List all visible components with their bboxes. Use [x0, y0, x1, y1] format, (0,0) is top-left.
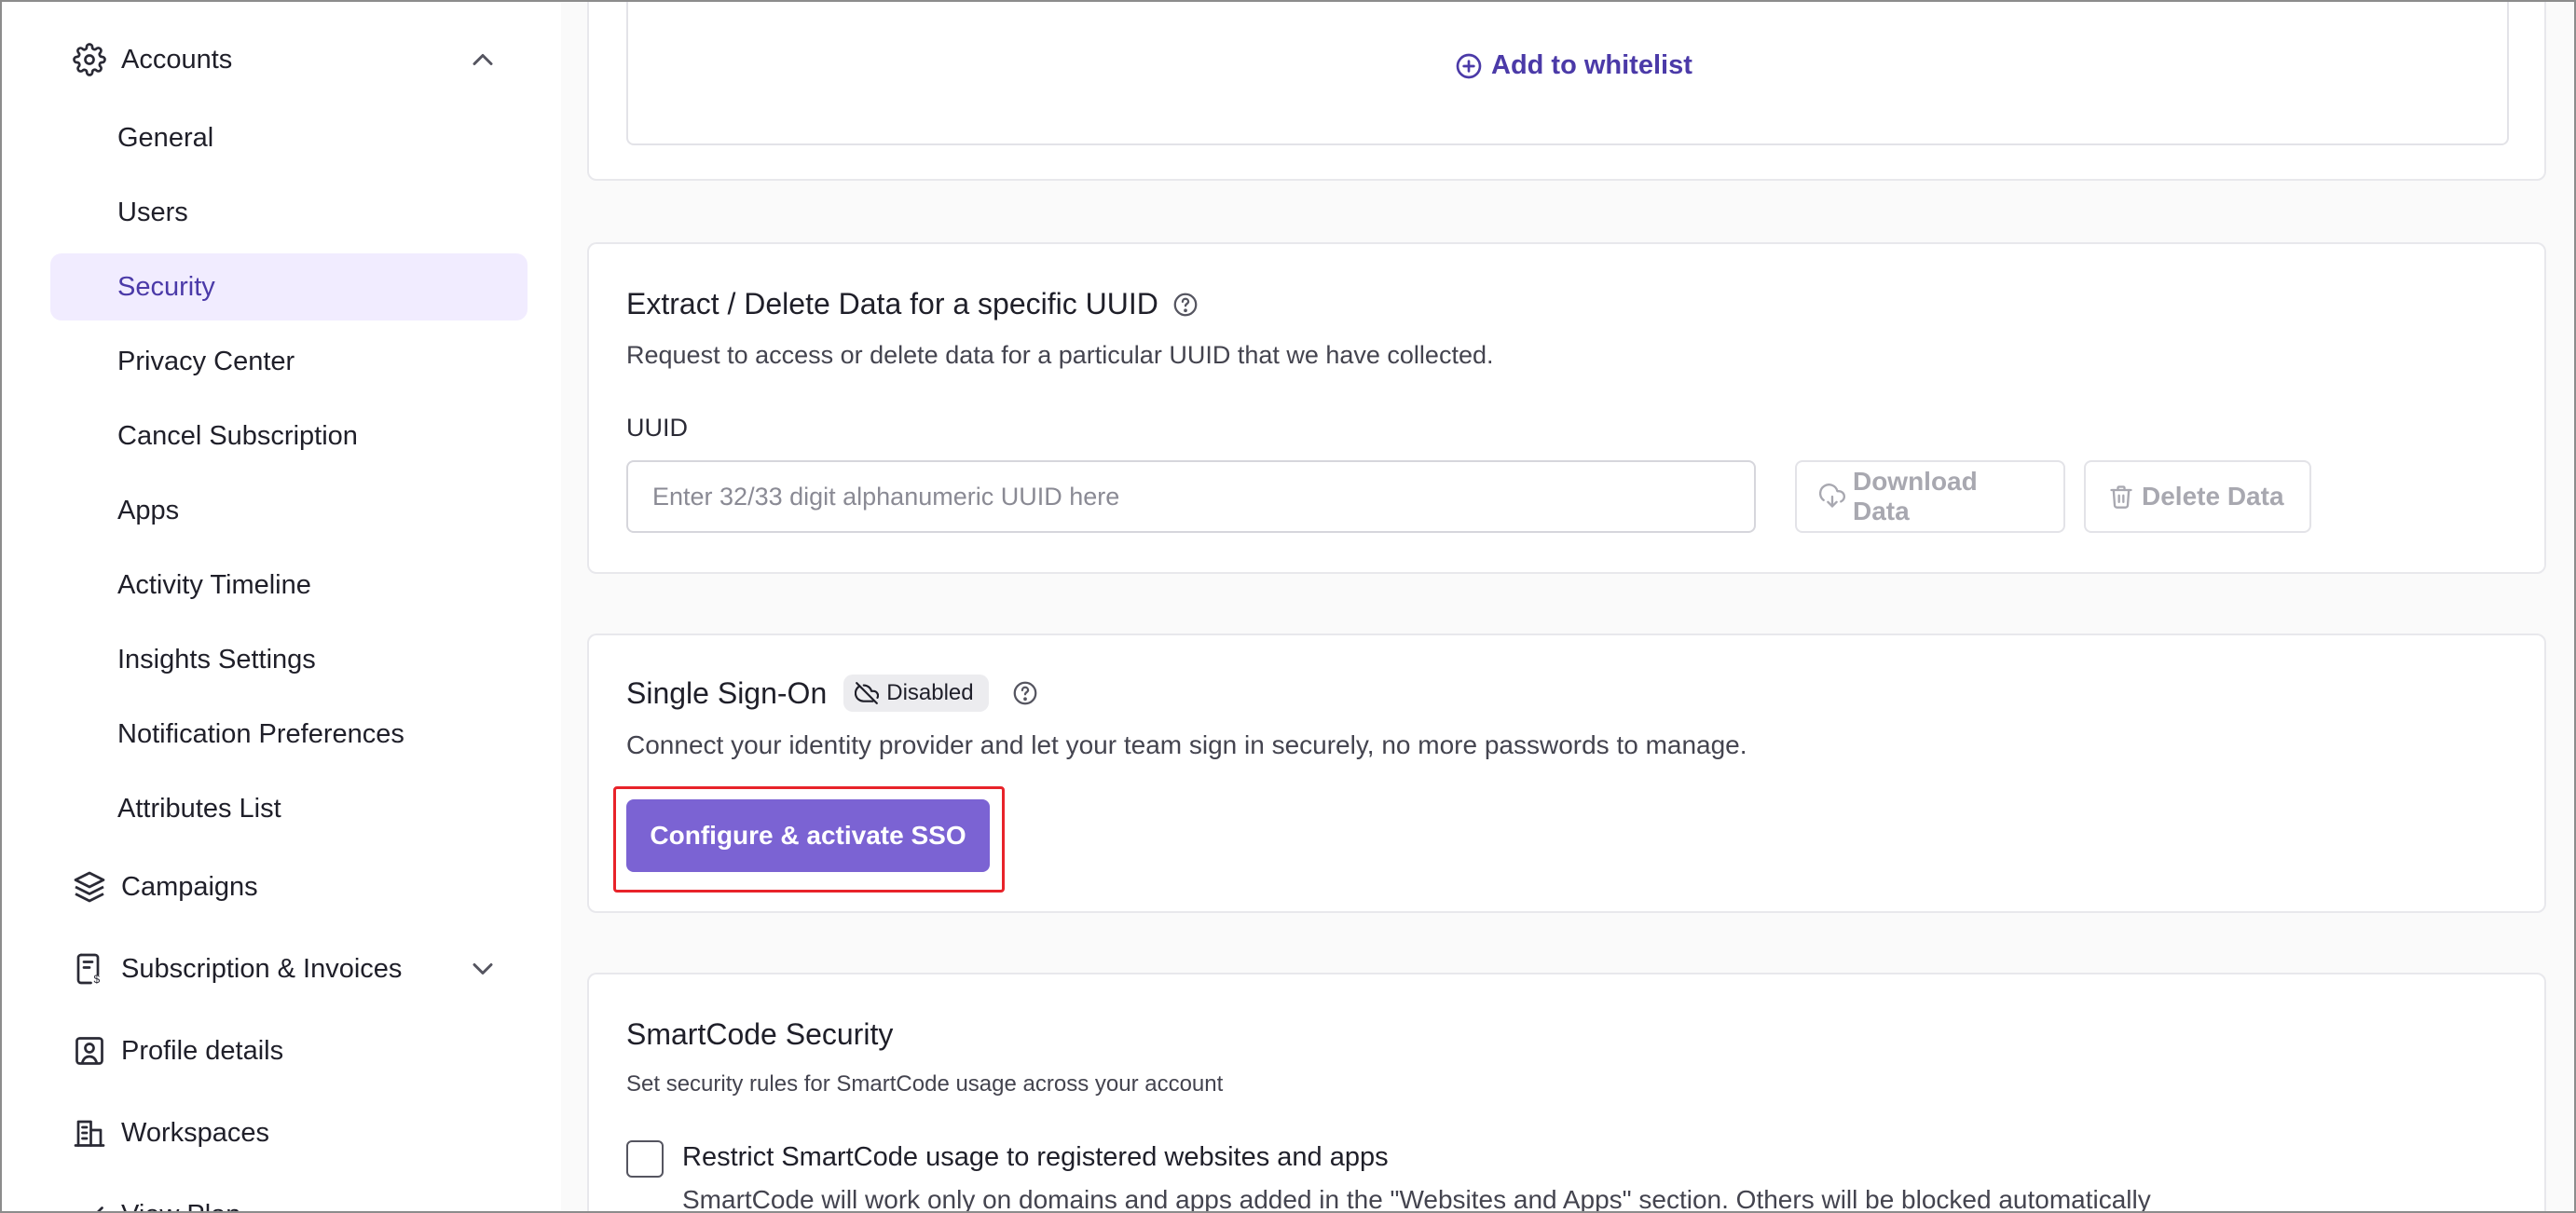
- sidebar-item-label: Security: [117, 271, 215, 302]
- building-icon: [71, 1114, 108, 1152]
- status-badge: Disabled: [843, 675, 989, 712]
- configure-sso-button[interactable]: Configure & activate SSO: [626, 799, 990, 872]
- add-to-whitelist-link[interactable]: Add to whitelist: [1454, 50, 1692, 81]
- sidebar-item-notification-preferences[interactable]: Notification Preferences: [50, 701, 528, 768]
- sidebar-item-label: Users: [117, 197, 188, 227]
- sidebar-item-general[interactable]: General: [50, 104, 528, 171]
- sidebar-item-label: Attributes List: [117, 793, 281, 824]
- sidebar-item-label: General: [117, 122, 214, 153]
- user-card-icon: [71, 1032, 108, 1070]
- sidebar-item-cancel-subscription[interactable]: Cancel Subscription: [50, 402, 528, 470]
- download-data-button[interactable]: Download Data: [1795, 460, 2065, 533]
- cloud-download-icon: [1819, 484, 1845, 508]
- sidebar-item-security[interactable]: Security: [50, 253, 528, 320]
- chevron-up-icon[interactable]: [466, 43, 500, 76]
- sidebar: Accounts General Users Security Privacy …: [2, 2, 561, 1212]
- sidebar-group-view-plan[interactable]: View Plan: [71, 1187, 509, 1212]
- extract-description: Request to access or delete data for a p…: [626, 341, 1494, 369]
- add-to-whitelist-label: Add to whitelist: [1491, 50, 1692, 80]
- sidebar-group-accounts[interactable]: Accounts: [71, 32, 509, 88]
- sidebar-group-label: View Plan: [121, 1200, 240, 1212]
- uuid-input[interactable]: [626, 460, 1756, 533]
- sidebar-group-label: Workspaces: [121, 1117, 270, 1148]
- smartcode-description: Set security rules for SmartCode usage a…: [626, 1071, 1224, 1097]
- whitelist-card: Add to whitelist: [587, 2, 2546, 181]
- restrict-smartcode-description: SmartCode will work only on domains and …: [682, 1185, 2151, 1213]
- status-badge-label: Disabled: [886, 680, 974, 705]
- main-content: Add to whitelist Extract / Delete Data f…: [561, 2, 2574, 1213]
- sidebar-group-label: Profile details: [121, 1035, 284, 1066]
- sidebar-item-label: Notification Preferences: [117, 718, 404, 749]
- sidebar-item-apps[interactable]: Apps: [50, 477, 528, 544]
- sidebar-group-label: Campaigns: [121, 871, 258, 902]
- invoice-icon: $: [71, 950, 108, 988]
- sidebar-item-label: Insights Settings: [117, 644, 316, 675]
- sidebar-group-campaigns[interactable]: Campaigns: [71, 859, 509, 915]
- sidebar-group-label: Subscription & Invoices: [121, 953, 403, 984]
- extract-data-card: Extract / Delete Data for a specific UUI…: [587, 242, 2546, 574]
- sidebar-item-label: Activity Timeline: [117, 569, 311, 600]
- download-data-label: Download Data: [1852, 467, 1978, 525]
- sidebar-item-users[interactable]: Users: [50, 179, 528, 246]
- restrict-smartcode-checkbox[interactable]: [626, 1140, 664, 1178]
- plan-icon: [71, 1196, 108, 1211]
- sidebar-item-attributes-list[interactable]: Attributes List: [50, 775, 528, 842]
- sidebar-item-activity-timeline[interactable]: Activity Timeline: [50, 552, 528, 619]
- layers-icon: [71, 868, 108, 906]
- sso-title: Single Sign-On: [626, 675, 828, 710]
- sso-card: Single Sign-On Disabled Connect your ide…: [587, 634, 2546, 913]
- delete-data-label: Delete Data: [2142, 482, 2284, 511]
- sidebar-item-label: Apps: [117, 495, 180, 525]
- smartcode-security-card: SmartCode Security Set security rules fo…: [587, 973, 2546, 1213]
- card-title: Extract / Delete Data for a specific UUI…: [626, 287, 1199, 321]
- help-icon[interactable]: [1172, 291, 1199, 319]
- sidebar-item-privacy-center[interactable]: Privacy Center: [50, 328, 528, 395]
- extract-title: Extract / Delete Data for a specific UUI…: [626, 287, 1158, 320]
- sso-description: Connect your identity provider and let y…: [626, 730, 1747, 759]
- gear-icon: [71, 41, 108, 78]
- chevron-down-icon[interactable]: [466, 952, 500, 986]
- sidebar-group-label: Accounts: [121, 44, 233, 75]
- whitelist-box: Add to whitelist: [626, 2, 2509, 145]
- sidebar-group-workspaces[interactable]: Workspaces: [71, 1105, 509, 1161]
- uuid-label: UUID: [626, 414, 688, 442]
- trash-icon: [2110, 485, 2132, 509]
- sidebar-group-profile[interactable]: Profile details: [71, 1023, 509, 1079]
- help-icon[interactable]: [1011, 679, 1039, 707]
- app-window: Accounts General Users Security Privacy …: [0, 0, 2576, 1213]
- sidebar-group-subscription[interactable]: $ Subscription & Invoices: [71, 941, 509, 997]
- smartcode-title: SmartCode Security: [626, 1017, 894, 1051]
- restrict-smartcode-label: Restrict SmartCode usage to registered w…: [682, 1142, 1389, 1172]
- cloud-off-icon: [855, 682, 880, 704]
- svg-text:$: $: [94, 973, 101, 986]
- sidebar-item-insights-settings[interactable]: Insights Settings: [50, 626, 528, 693]
- sidebar-item-label: Cancel Subscription: [117, 420, 358, 451]
- sidebar-item-label: Privacy Center: [117, 346, 295, 376]
- plus-circle-icon: [1456, 53, 1482, 78]
- card-title: Single Sign-On Disabled: [626, 675, 1039, 712]
- delete-data-button[interactable]: Delete Data: [2084, 460, 2311, 533]
